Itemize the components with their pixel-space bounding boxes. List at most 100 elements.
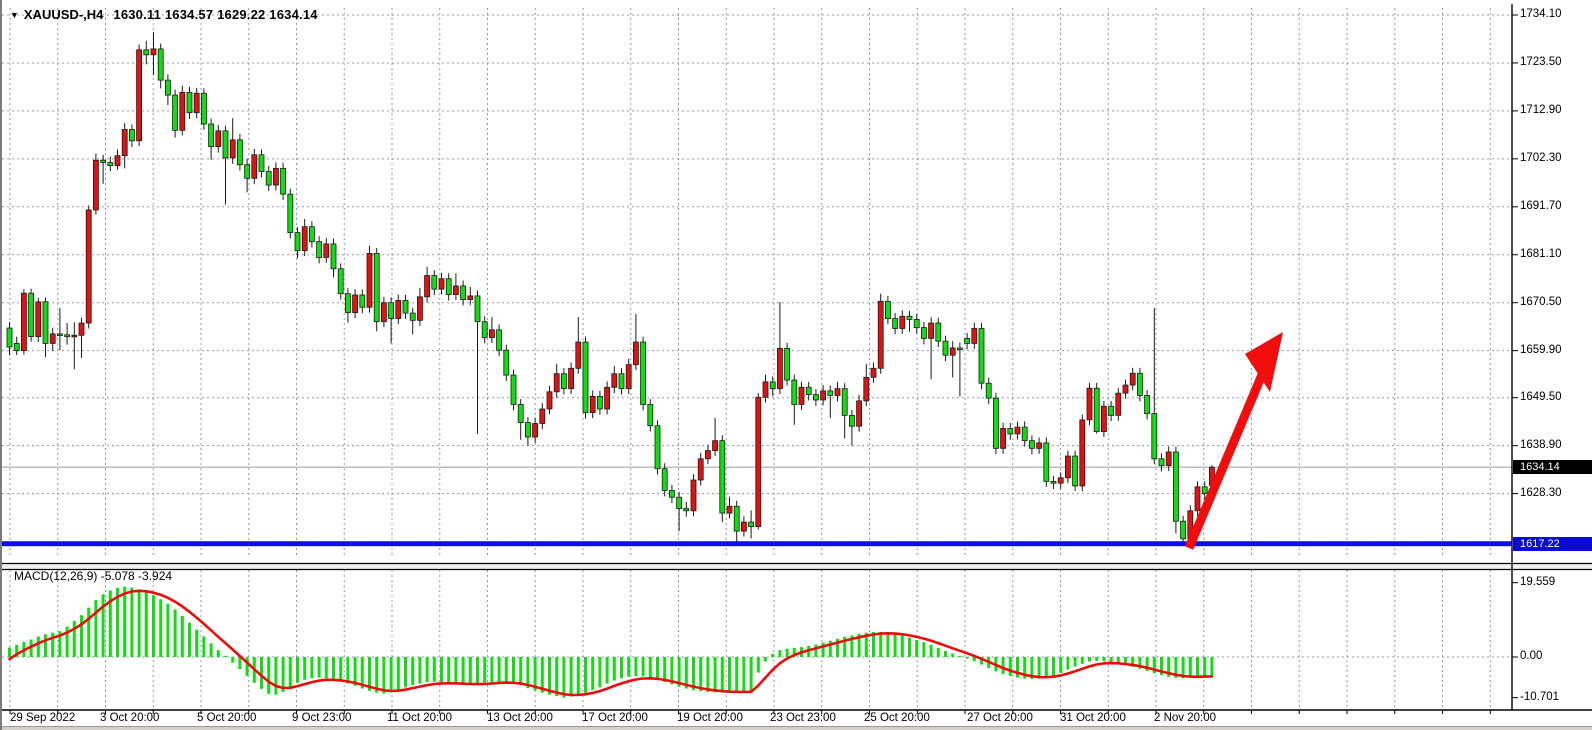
candle-body (835, 389, 840, 396)
macd-histogram (8, 587, 1213, 698)
candle-body (432, 276, 437, 290)
macd-histogram-bar (1095, 657, 1098, 661)
candle-body (921, 328, 926, 339)
support-line (2, 541, 1512, 546)
candle-body (281, 168, 286, 194)
candle-body (972, 328, 977, 343)
macd-histogram-bar (490, 657, 493, 682)
candle-body (1080, 420, 1085, 486)
candle-body (605, 387, 610, 409)
candle-body (453, 286, 458, 295)
candle-body (1130, 373, 1135, 385)
candle-body (201, 93, 206, 124)
grid-lines (2, 8, 1512, 710)
time-axis-label: 23 Oct 23:00 (770, 712, 836, 724)
candle-body (137, 50, 142, 141)
macd-histogram-bar (634, 657, 637, 676)
macd-histogram-bar (289, 657, 292, 687)
macd-histogram-bar (498, 657, 501, 682)
candle-body (151, 49, 156, 55)
symbol-period-label: XAUUSD-,H4 (24, 7, 103, 22)
macd-histogram-bar (145, 592, 148, 657)
macd-histogram-bar (1081, 657, 1084, 664)
candle-body (857, 401, 862, 426)
symbol-dropdown-icon[interactable]: ▼ (10, 10, 19, 20)
candle-body (777, 348, 782, 388)
macd-histogram-bar (1009, 657, 1012, 676)
macd-histogram-bar (915, 640, 918, 657)
macd-histogram-bar (937, 648, 940, 657)
macd-histogram-bar (814, 644, 817, 657)
candle-body (849, 415, 854, 426)
macd-histogram-bar (656, 657, 659, 680)
candle-body (720, 441, 725, 513)
macd-histogram-bar (886, 633, 889, 657)
macd-histogram-bar (188, 623, 191, 657)
macd-histogram-bar (159, 599, 162, 657)
macd-histogram-bar (224, 656, 227, 657)
candle-body (252, 155, 257, 179)
macd-histogram-bar (1038, 657, 1041, 679)
chart-canvas[interactable] (2, 0, 1592, 730)
candle-body (417, 297, 422, 321)
macd-histogram-bar (138, 589, 141, 657)
up-arrow-head (1245, 332, 1283, 392)
candle-body (950, 348, 955, 355)
candle-body (662, 469, 667, 491)
candle-body (288, 194, 293, 232)
candle-body (633, 342, 638, 365)
macd-histogram-bar (1110, 657, 1113, 662)
candle-body (641, 342, 646, 404)
time-axis-label: 25 Oct 20:00 (864, 712, 930, 724)
candle-body (43, 302, 48, 344)
candle-body (1195, 487, 1200, 511)
macd-histogram-bar (37, 636, 40, 657)
time-axis-label: 3 Oct 20:00 (100, 712, 159, 724)
title-ohlc-values: 1630.11 1634.57 1629.22 1634.14 (113, 7, 317, 22)
candle-body (1044, 443, 1049, 481)
candle-body (554, 374, 559, 392)
candle-body (828, 391, 833, 396)
macd-histogram-bar (80, 615, 83, 657)
time-axis-label: 11 Oct 20:00 (387, 712, 452, 724)
macd-indicator-label: MACD(12,26,9) -5.078 -3.924 (14, 569, 172, 583)
candle-body (1116, 393, 1121, 415)
macd-histogram-bar (166, 604, 169, 657)
candle-body (410, 313, 415, 320)
macd-histogram-bar (73, 621, 76, 657)
support-price-badge: 1617.22 (1513, 537, 1592, 551)
macd-axis-label: 0.00 (1520, 650, 1542, 662)
candle-body (979, 328, 984, 383)
candle-body (101, 160, 106, 162)
macd-histogram-bar (1045, 657, 1048, 678)
candle-body (403, 300, 408, 313)
candle-body (583, 342, 588, 413)
candle-body (533, 423, 538, 437)
macd-histogram-bar (584, 657, 587, 693)
macd-axis-label: -10.701 (1520, 691, 1559, 703)
macd-histogram-bar (771, 654, 774, 657)
chart-title: ▼ XAUUSD-,H4 1630.11 1634.57 1629.22 1634.… (10, 7, 318, 22)
panel-separator[interactable] (2, 564, 1592, 570)
macd-histogram-bar (1088, 657, 1091, 662)
candle-body (986, 383, 991, 398)
macd-histogram-bar (908, 638, 911, 657)
macd-histogram-bar (310, 657, 313, 678)
candle-body (756, 397, 761, 526)
macd-histogram-bar (462, 657, 465, 684)
macd-histogram-bar (512, 657, 515, 683)
candle-body (929, 323, 934, 338)
candle-body (648, 404, 653, 425)
macd-histogram-bar (390, 657, 393, 692)
price-axis-label: 1649.50 (1520, 391, 1562, 403)
candle-body (669, 490, 674, 497)
candle-body (36, 302, 41, 337)
candle-body (698, 459, 703, 480)
macd-histogram-bar (447, 657, 450, 683)
time-axis-label: 27 Oct 20:00 (967, 712, 1033, 724)
time-axis-label: 31 Oct 20:00 (1060, 712, 1126, 724)
candle-body (561, 374, 566, 389)
candle-body (223, 131, 228, 158)
candle-body (259, 155, 264, 172)
candle-body (439, 279, 444, 289)
